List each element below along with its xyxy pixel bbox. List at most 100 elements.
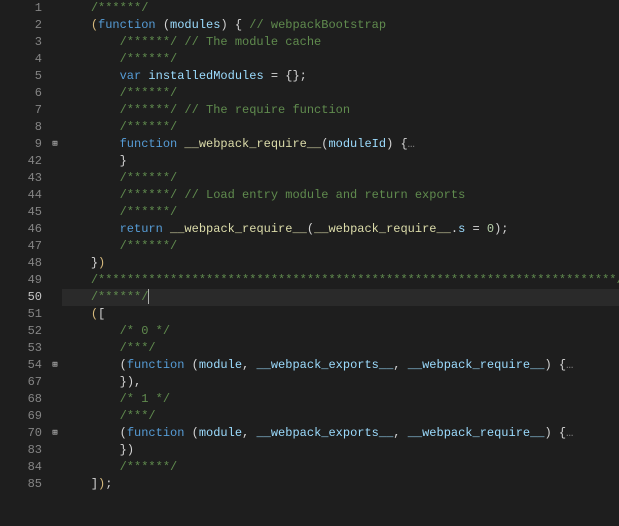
code-line[interactable]: (function (modules) { // webpackBootstra… (62, 17, 619, 34)
token: ( (91, 307, 98, 321)
code-line[interactable]: /******/ (62, 51, 619, 68)
fold-expand-icon[interactable]: ⊞ (48, 136, 62, 153)
code-line[interactable]: /******/ (62, 0, 619, 17)
token: ( (192, 358, 199, 372)
code-line[interactable]: (function (module, __webpack_exports__, … (62, 357, 619, 374)
code-line[interactable]: /******/ (62, 289, 619, 306)
fold-slot (48, 374, 62, 391)
code-line[interactable]: /******/ (62, 170, 619, 187)
token: /***/ (120, 409, 156, 423)
line-number: 46 (0, 221, 42, 238)
line-number: 69 (0, 408, 42, 425)
token: __webpack_require__ (408, 426, 545, 440)
fold-slot (48, 170, 62, 187)
token: /******/ (120, 188, 178, 202)
line-number: 48 (0, 255, 42, 272)
code-line[interactable]: return __webpack_require__(__webpack_req… (62, 221, 619, 238)
token: /******/ (120, 171, 178, 185)
code-line[interactable]: var installedModules = {}; (62, 68, 619, 85)
code-line[interactable]: /******/ (62, 119, 619, 136)
line-number: 43 (0, 170, 42, 187)
code-line[interactable]: ([ (62, 306, 619, 323)
code-line[interactable]: /***************************************… (62, 272, 619, 289)
line-number: 44 (0, 187, 42, 204)
line-number-gutter: 1234567894243444546474849505152535467686… (0, 0, 48, 526)
fold-slot (48, 17, 62, 34)
code-line[interactable]: /******/ (62, 459, 619, 476)
token: , (393, 358, 407, 372)
token: ) (545, 426, 552, 440)
code-line[interactable]: /* 0 */ (62, 323, 619, 340)
fold-slot (48, 255, 62, 272)
token: __webpack_require__ (314, 222, 451, 236)
token: /* 1 */ (120, 392, 170, 406)
code-line[interactable]: /******/ // Load entry module and return… (62, 187, 619, 204)
code-line[interactable]: /******/ // The module cache (62, 34, 619, 51)
code-line[interactable]: (function (module, __webpack_exports__, … (62, 425, 619, 442)
fold-slot (48, 442, 62, 459)
fold-slot (48, 221, 62, 238)
code-line[interactable]: /******/ // The require function (62, 102, 619, 119)
line-number: 6 (0, 85, 42, 102)
token: ( (307, 222, 314, 236)
token: installedModules (148, 69, 263, 83)
token: moduleId (328, 137, 386, 151)
token: return (120, 222, 170, 236)
code-line[interactable]: }) (62, 442, 619, 459)
token: __webpack_require__ (184, 137, 321, 151)
token: ) (545, 358, 552, 372)
fold-slot (48, 459, 62, 476)
token: __webpack_require__ (170, 222, 307, 236)
fold-expand-icon[interactable]: ⊞ (48, 425, 62, 442)
token: // The module cache (184, 35, 321, 49)
token: /******/ (120, 460, 178, 474)
fold-slot (48, 85, 62, 102)
token: { (393, 137, 407, 151)
code-line[interactable]: /* 1 */ (62, 391, 619, 408)
fold-slot (48, 340, 62, 357)
line-number: 53 (0, 340, 42, 357)
token: module (199, 358, 242, 372)
token: function (98, 18, 163, 32)
fold-slot (48, 153, 62, 170)
code-line[interactable]: }) (62, 255, 619, 272)
code-line[interactable]: function __webpack_require__(moduleId) {… (62, 136, 619, 153)
code-content[interactable]: /******/ (function (modules) { // webpac… (62, 0, 619, 526)
line-number: 47 (0, 238, 42, 255)
token: , (393, 426, 407, 440)
token: __webpack_exports__ (256, 358, 393, 372)
code-editor[interactable]: 1234567894243444546474849505152535467686… (0, 0, 619, 526)
fold-slot (48, 476, 62, 493)
code-line[interactable]: /******/ (62, 238, 619, 255)
token: ) (127, 443, 134, 457)
code-line[interactable]: /***/ (62, 340, 619, 357)
token: // webpackBootstrap (242, 18, 386, 32)
text-cursor (148, 289, 149, 304)
token: } (120, 375, 127, 389)
token: } (120, 154, 127, 168)
token: /******/ (120, 103, 178, 117)
fold-slot (48, 204, 62, 221)
token: … (408, 137, 415, 151)
line-number: 83 (0, 442, 42, 459)
fold-expand-icon[interactable]: ⊞ (48, 357, 62, 374)
code-line[interactable]: /***/ (62, 408, 619, 425)
fold-slot (48, 119, 62, 136)
fold-slot (48, 306, 62, 323)
token: { (552, 426, 566, 440)
token: ) (220, 18, 227, 32)
token: __webpack_require__ (408, 358, 545, 372)
fold-slot (48, 272, 62, 289)
code-line[interactable]: ]); (62, 476, 619, 493)
token: , (242, 426, 256, 440)
token: ); (494, 222, 508, 236)
token: /******/ (120, 35, 178, 49)
token: ) (98, 256, 105, 270)
token: module (199, 426, 242, 440)
code-line[interactable]: /******/ (62, 85, 619, 102)
line-number: 50 (0, 289, 42, 306)
code-line[interactable]: /******/ (62, 204, 619, 221)
code-line[interactable]: } (62, 153, 619, 170)
line-number: 85 (0, 476, 42, 493)
code-line[interactable]: }), (62, 374, 619, 391)
